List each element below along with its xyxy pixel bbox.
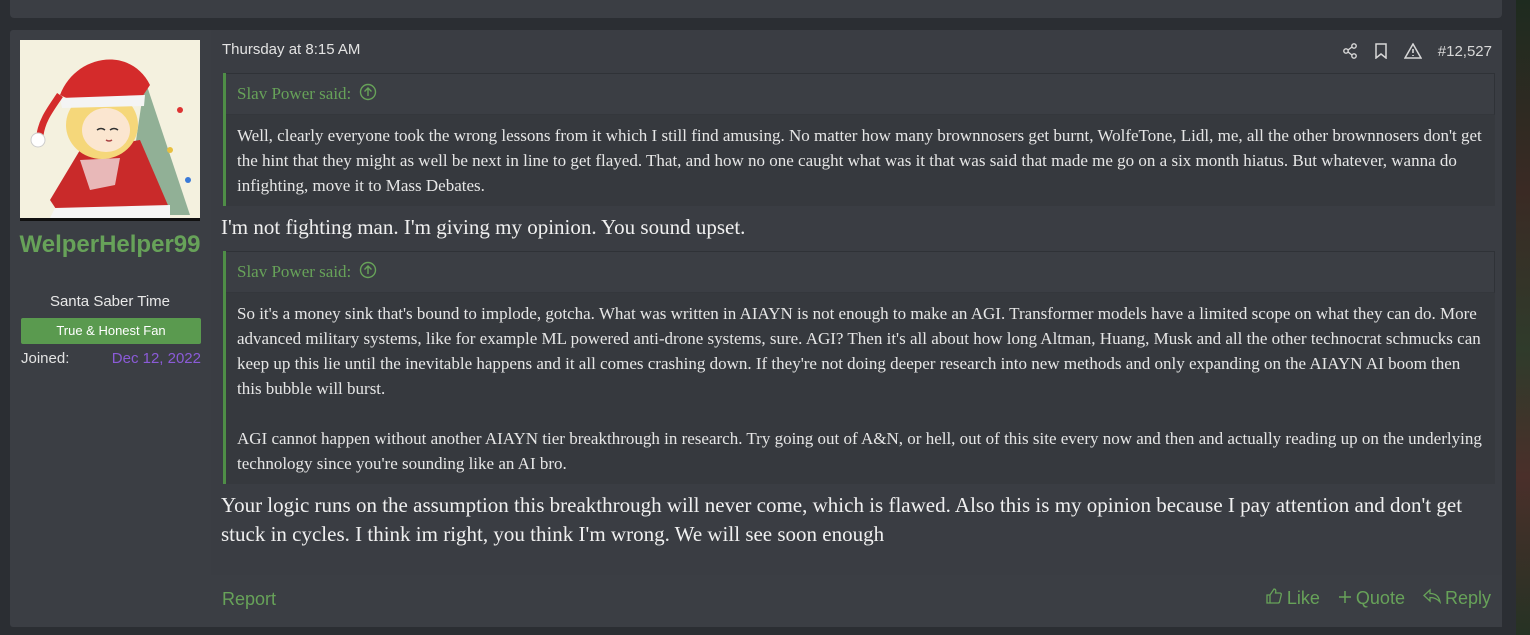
post-actions: #12,527 — [1342, 40, 1492, 62]
reply-label: Reply — [1444, 588, 1491, 608]
warning-icon[interactable] — [1403, 43, 1422, 59]
forum-post: WelperHelper99 Santa Saber Time True & H… — [10, 30, 1502, 627]
sidebar-edge-image — [1516, 0, 1530, 635]
user-info-panel: WelperHelper99 Santa Saber Time True & H… — [10, 30, 210, 575]
bookmark-icon[interactable] — [1374, 43, 1388, 59]
post-number[interactable]: #12,527 — [1438, 43, 1492, 60]
username[interactable]: WelperHelper99 — [10, 230, 210, 260]
quote-label: Quote — [1355, 588, 1405, 608]
like-label: Like — [1286, 588, 1320, 608]
post-date[interactable]: Thursday at 8:15 AM — [222, 41, 360, 58]
quote-paragraph: AGI cannot happen without another AIAYN … — [237, 429, 1482, 473]
quote-block: Slav Power said: Well, clearly everyone … — [223, 73, 1495, 206]
reply-text: I'm not fighting man. I'm giving my opin… — [221, 213, 1481, 242]
share-icon[interactable] — [1342, 43, 1358, 59]
reply-icon — [1423, 588, 1442, 609]
post-footer: Report Like Quote Reply — [211, 575, 1502, 627]
thumbs-up-icon — [1265, 587, 1283, 610]
previous-post-footer — [10, 0, 1502, 18]
report-link[interactable]: Report — [222, 589, 276, 610]
joined-label: Joined: — [21, 350, 70, 367]
quote-paragraph: Well, clearly everyone took the wrong le… — [237, 126, 1482, 195]
reply-button[interactable]: Reply — [1423, 587, 1491, 610]
post-footer-actions: Like Quote Reply — [1265, 587, 1491, 610]
joined-row: Joined: Dec 12, 2022 — [21, 350, 201, 370]
quote-paragraph: So it's a money sink that's bound to imp… — [237, 304, 1481, 398]
quote-author[interactable]: Slav Power said: — [237, 262, 351, 282]
joined-date: Dec 12, 2022 — [111, 350, 201, 367]
user-title: Santa Saber Time — [49, 293, 171, 310]
plus-icon — [1338, 588, 1352, 609]
quote-body: Well, clearly everyone took the wrong le… — [226, 115, 1495, 206]
user-banner: True & Honest Fan — [21, 318, 201, 344]
quote-button[interactable]: Quote — [1338, 587, 1405, 610]
like-button[interactable]: Like — [1265, 587, 1320, 610]
quote-author[interactable]: Slav Power said: — [237, 84, 351, 104]
quote-body: So it's a money sink that's bound to imp… — [226, 293, 1495, 484]
quote-block: Slav Power said: So it's a money sink th… — [223, 251, 1495, 484]
reply-text: Your logic runs on the assumption this b… — [221, 491, 1481, 549]
avatar-image — [20, 40, 200, 218]
post-content-panel: Thursday at 8:15 AM #12,527 Slav Power s… — [211, 30, 1502, 575]
jump-to-quote-icon[interactable] — [359, 83, 377, 106]
jump-to-quote-icon[interactable] — [359, 261, 377, 284]
quote-header[interactable]: Slav Power said: — [226, 251, 1495, 293]
avatar[interactable] — [20, 40, 200, 221]
reply-paragraph: I'm not fighting man. I'm giving my opin… — [221, 215, 746, 239]
quote-header[interactable]: Slav Power said: — [226, 73, 1495, 115]
reply-paragraph: Your logic runs on the assumption this b… — [221, 493, 1463, 546]
